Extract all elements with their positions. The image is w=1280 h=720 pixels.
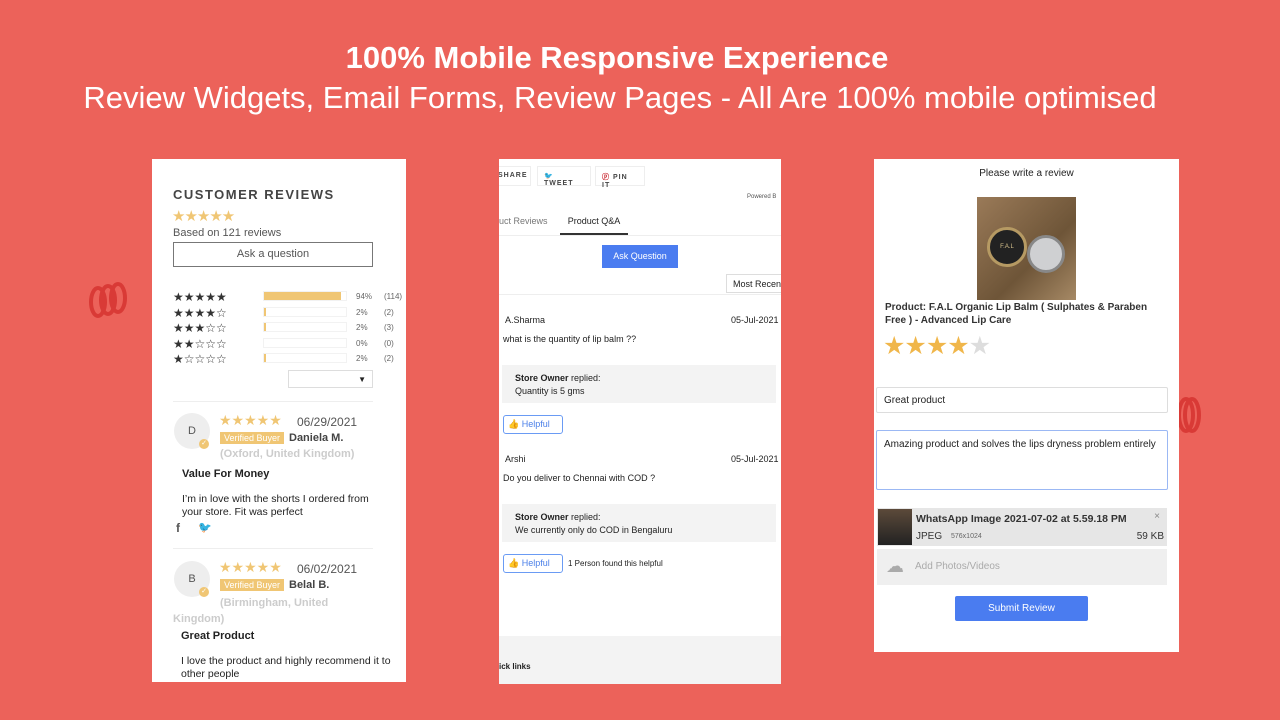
thumbs-up-icon: 👍 bbox=[508, 419, 520, 429]
subheadline: Review Widgets, Email Forms, Review Page… bbox=[83, 80, 1157, 115]
reviewer-location: (Birmingham, United Kingdom) bbox=[173, 597, 329, 625]
divider bbox=[499, 294, 781, 295]
headline: 100% Mobile Responsive Experience bbox=[345, 40, 889, 75]
reviewer-name: Belal B. bbox=[289, 579, 330, 591]
question-date: 05-Jul-2021 bbox=[731, 315, 779, 325]
review-stars-icon: ★★★★★ bbox=[219, 559, 282, 575]
question-author: Arshi bbox=[505, 454, 526, 464]
review-title: Great Product bbox=[181, 630, 255, 642]
thumbs-up-icon: 👍 bbox=[508, 558, 520, 568]
sort-dropdown[interactable]: ▼ bbox=[288, 370, 373, 388]
product-name: Product: F.A.L Organic Lip Balm ( Sulpha… bbox=[885, 302, 1148, 326]
widget-title: CUSTOMER REVIEWS bbox=[173, 187, 335, 202]
sort-dropdown[interactable]: Most Recen bbox=[726, 274, 781, 293]
spiral-logo-icon bbox=[89, 282, 127, 318]
footer: ick links bbox=[499, 636, 781, 684]
review-date: 06/29/2021 bbox=[297, 415, 358, 429]
histogram-row-4[interactable]: ★★★★☆ 2% (2) bbox=[173, 306, 394, 321]
helpful-button[interactable]: 👍 Helpful bbox=[503, 554, 563, 573]
review-body: I’m in love with the shorts I ordered fr… bbox=[182, 493, 369, 518]
verified-badge: Verified Buyer bbox=[220, 432, 285, 444]
question-author: A.Sharma bbox=[505, 315, 546, 325]
review-form-panel: Please write a review F.A.L Product: F.A… bbox=[874, 159, 1179, 652]
twitter-icon: 🐦 bbox=[544, 173, 554, 180]
submit-review-button[interactable]: Submit Review bbox=[955, 596, 1088, 621]
question-date: 05-Jul-2021 bbox=[731, 454, 779, 464]
review-body: I love the product and highly recommend … bbox=[181, 655, 391, 680]
verified-badge: Verified Buyer bbox=[220, 579, 285, 591]
review-title-input[interactable]: Great product bbox=[876, 387, 1168, 413]
question-text: what is the quantity of lip balm ?? bbox=[503, 334, 637, 344]
question-text: Do you deliver to Chennai with COD ? bbox=[503, 473, 656, 483]
helpful-count: 1 Person found this helpful bbox=[568, 559, 663, 568]
attachment-item: WhatsApp Image 2021-07-02 at 5.59.18 PM … bbox=[877, 508, 1167, 546]
reviewer-location: (Oxford, United Kingdom) bbox=[220, 448, 355, 460]
review-title: Value For Money bbox=[182, 468, 270, 480]
attachment-thumbnail bbox=[878, 509, 912, 545]
divider bbox=[173, 548, 373, 549]
attachment-type: JPEG bbox=[916, 531, 943, 542]
cloud-upload-icon: ☁ bbox=[886, 556, 904, 576]
footer-quick-links[interactable]: ick links bbox=[499, 662, 531, 671]
spiral-logo-icon bbox=[1177, 397, 1201, 433]
histogram-fill bbox=[264, 292, 342, 300]
review-date: 06/02/2021 bbox=[297, 562, 358, 576]
share-button[interactable]: SHARE bbox=[499, 166, 531, 186]
form-title: Please write a review bbox=[979, 168, 1074, 179]
powered-by: Powered B bbox=[747, 194, 777, 200]
twitter-icon[interactable]: 🐦 bbox=[198, 521, 212, 534]
answer: Store Owner replied: We currently only do… bbox=[502, 504, 776, 542]
ask-question-button[interactable]: Ask Question bbox=[602, 245, 678, 268]
divider bbox=[173, 401, 373, 402]
remove-attachment-icon[interactable]: × bbox=[1154, 511, 1160, 522]
divider bbox=[499, 235, 781, 236]
answer: Store Owner replied: Quantity is 5 gms bbox=[502, 365, 776, 403]
attachment-dimensions: 576x1024 bbox=[951, 533, 982, 540]
average-stars-icon: ★★★★★ bbox=[172, 208, 235, 225]
add-media-label: Add Photos/Videos bbox=[915, 561, 1000, 572]
review-widget-panel: CUSTOMER REVIEWS ★★★★★ Based on 121 revi… bbox=[152, 159, 406, 682]
tab-product-reviews[interactable]: uct Reviews bbox=[499, 216, 548, 226]
histogram-row-3[interactable]: ★★★☆☆ 2% (3) bbox=[173, 321, 394, 336]
verified-check-icon: ✓ bbox=[199, 439, 209, 449]
reviewer-name: Daniela M. bbox=[289, 432, 344, 444]
review-count: Based on 121 reviews bbox=[173, 227, 282, 239]
histogram-row-2[interactable]: ★★☆☆☆ 0% (0) bbox=[173, 337, 394, 352]
add-media-button[interactable]: ☁ Add Photos/Videos bbox=[877, 549, 1167, 585]
review-stars-icon: ★★★★★ bbox=[219, 412, 282, 428]
pin-button[interactable]: ⓟ PIN IT bbox=[595, 166, 645, 189]
review-body-textarea[interactable]: Amazing product and solves the lips dryn… bbox=[876, 430, 1168, 490]
tweet-button[interactable]: 🐦 TWEET bbox=[537, 166, 591, 187]
ask-question-button[interactable]: Ask a question bbox=[173, 242, 373, 267]
attachment-name: WhatsApp Image 2021-07-02 at 5.59.18 PM bbox=[916, 513, 1127, 525]
product-image: F.A.L bbox=[977, 197, 1076, 300]
histogram-row-5[interactable]: ★★★★★ 94% (114) bbox=[173, 290, 402, 305]
attachment-size: 59 KB bbox=[1136, 531, 1164, 542]
pinterest-icon: ⓟ bbox=[602, 174, 610, 181]
helpful-button[interactable]: 👍 Helpful bbox=[503, 415, 563, 434]
tab-product-qa[interactable]: Product Q&A bbox=[560, 216, 628, 235]
rating-input[interactable]: ★★★★★ bbox=[883, 331, 991, 361]
facebook-icon[interactable]: f bbox=[176, 521, 180, 535]
histogram-row-1[interactable]: ★☆☆☆☆ 2% (2) bbox=[173, 352, 394, 367]
qa-panel: SHARE 🐦 TWEET ⓟ PIN IT Powered B uct Rev… bbox=[499, 159, 781, 684]
